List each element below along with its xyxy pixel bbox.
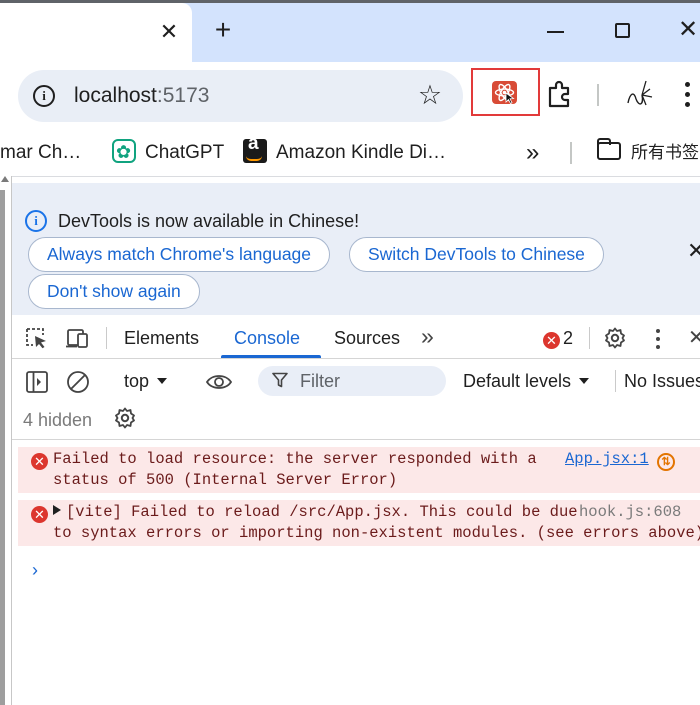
error-icon: ✕ <box>31 453 48 470</box>
react-atom-icon <box>494 83 515 105</box>
site-info-icon[interactable]: i <box>33 85 55 107</box>
toolbar-separator <box>615 370 616 392</box>
tabs-separator <box>106 327 107 349</box>
browser-tab-active[interactable]: ✕ <box>0 3 192 62</box>
message-source-link[interactable]: hook.js:608 <box>579 502 681 523</box>
devtools-tab-bar: Elements Console Sources » ✕ 2 ✕ <box>12 315 700 359</box>
extensions-puzzle-icon[interactable] <box>545 79 575 109</box>
always-match-language-button[interactable]: Always match Chrome's language <box>28 237 331 272</box>
hidden-messages-row: 4 hidden <box>12 402 700 440</box>
window-minimize-button[interactable] <box>544 18 568 42</box>
network-request-icon[interactable]: ⇅ <box>657 453 675 471</box>
error-count: 2 <box>563 328 574 348</box>
sidebar-toggle-icon[interactable] <box>25 370 49 394</box>
device-toolbar-icon[interactable] <box>66 327 90 349</box>
bookmarks-divider <box>570 142 572 164</box>
maximize-icon <box>615 23 630 38</box>
message-source-link[interactable]: App.jsx:1 <box>565 449 649 470</box>
language-infobar: i DevTools is now available in Chinese! … <box>12 183 700 315</box>
dont-show-again-button[interactable]: Don't show again <box>28 274 200 309</box>
tab-console[interactable]: Console <box>234 326 300 350</box>
filter-placeholder: Filter <box>300 371 340 391</box>
bookmark-label: Amazon Kindle Di… <box>276 142 447 163</box>
tabs-separator-2 <box>589 327 590 349</box>
error-icon: ✕ <box>543 332 560 349</box>
infobar-message: DevTools is now available in Chinese! <box>58 211 360 231</box>
bookmark-chatgpt[interactable]: ChatGPT <box>112 138 225 167</box>
context-value: top <box>124 371 150 391</box>
console-settings-gear-icon[interactable] <box>114 407 136 429</box>
clear-console-icon[interactable] <box>66 370 90 394</box>
inspect-element-icon[interactable] <box>25 327 49 349</box>
bookmarks-overflow-chevron-icon[interactable]: » <box>526 139 539 167</box>
levels-value: Default levels <box>463 371 572 391</box>
chatgpt-icon <box>112 138 136 166</box>
console-message-error[interactable]: ✕ Failed to load resource: the server re… <box>18 447 700 493</box>
settings-gear-icon[interactable] <box>604 327 626 349</box>
folder-icon <box>597 138 621 160</box>
react-devtools-extension-icon <box>492 81 517 105</box>
devtools-panel: i DevTools is now available in Chinese! … <box>12 176 700 705</box>
hidden-count: 4 hidden <box>23 410 93 430</box>
tab-elements[interactable]: Elements <box>124 326 199 350</box>
amazon-icon <box>243 133 267 163</box>
toolbar-divider <box>597 84 599 106</box>
scrollbar-thumb[interactable] <box>0 190 5 705</box>
bookmarks-bar: mar Ch… ChatGPT Amazon Kindle Di… » 所有书签 <box>0 130 700 176</box>
chrome-menu-icon[interactable] <box>685 82 697 110</box>
devtools-menu-icon[interactable] <box>656 329 662 349</box>
url-port: :5173 <box>156 84 210 107</box>
filter-funnel-icon <box>272 372 288 388</box>
all-bookmarks-label: 所有书签 <box>631 143 699 163</box>
page-scrollbar[interactable] <box>0 176 12 705</box>
context-selector[interactable]: top <box>124 369 168 393</box>
all-bookmarks-folder[interactable]: 所有书签 <box>597 138 699 167</box>
bookmark-amazon-kindle[interactable]: Amazon Kindle Di… <box>243 133 447 167</box>
message-text-line1: Failed to load resource: the server resp… <box>53 450 537 468</box>
window-close-button[interactable]: ✕ <box>678 18 700 42</box>
caret-down-icon <box>579 378 590 384</box>
message-text-line2: to syntax errors or importing non-existe… <box>53 524 700 542</box>
infobar-close-icon[interactable]: ✕ <box>687 239 700 263</box>
caret-down-icon <box>157 378 168 384</box>
extension-button-highlighted[interactable] <box>471 68 540 116</box>
console-filter-input[interactable]: Filter <box>258 366 446 396</box>
message-text: [vite] Failed to reload /src/App.jsx. Th… <box>66 503 578 521</box>
error-icon: ✕ <box>31 506 48 523</box>
log-levels-dropdown[interactable]: Default levels <box>463 369 590 393</box>
console-message-error[interactable]: ✕ [vite] Failed to reload /src/App.jsx. … <box>18 500 700 546</box>
bookmark-label: mar Ch… <box>0 142 82 163</box>
expand-triangle-icon[interactable] <box>53 505 61 515</box>
message-text-line2: status of 500 (Internal Server Error) <box>53 471 398 489</box>
more-tabs-chevron-icon[interactable]: » <box>421 323 434 350</box>
browser-toolbar: i localhost:5173 ☆ <box>0 62 700 130</box>
console-prompt-chevron-icon[interactable]: › <box>32 560 38 581</box>
tab-close-icon[interactable]: ✕ <box>158 21 180 43</box>
address-bar[interactable]: i localhost:5173 ☆ <box>18 70 463 122</box>
profile-avatar-icon[interactable] <box>622 77 656 111</box>
console-toolbar: top Filter Default levels No Issues <box>12 360 700 402</box>
tab-strip: ✕ + ✕ <box>0 0 700 62</box>
url-text[interactable]: localhost:5173 <box>74 83 209 109</box>
scroll-up-arrow-icon[interactable] <box>1 176 9 182</box>
url-host: localhost <box>74 84 157 107</box>
new-tab-button[interactable]: + <box>208 15 238 45</box>
devtools-close-icon[interactable]: ✕ <box>688 325 700 350</box>
window-maximize-button[interactable] <box>611 18 635 42</box>
tab-sources[interactable]: Sources <box>334 326 400 350</box>
bookmark-star-icon[interactable]: ☆ <box>415 80 445 110</box>
bookmark-item-1[interactable]: mar Ch… <box>0 139 81 167</box>
live-expression-eye-icon[interactable] <box>205 370 233 394</box>
info-icon: i <box>25 210 47 232</box>
minimize-icon <box>547 31 564 33</box>
bookmark-label: ChatGPT <box>145 142 225 163</box>
active-tab-indicator <box>221 355 321 358</box>
message-text-line1: [vite] Failed to reload /src/App.jsx. Th… <box>53 502 578 523</box>
issues-counter[interactable]: No Issues <box>624 369 700 393</box>
switch-to-chinese-button[interactable]: Switch DevTools to Chinese <box>349 237 604 272</box>
error-count-badge[interactable]: ✕ 2 <box>543 326 573 350</box>
